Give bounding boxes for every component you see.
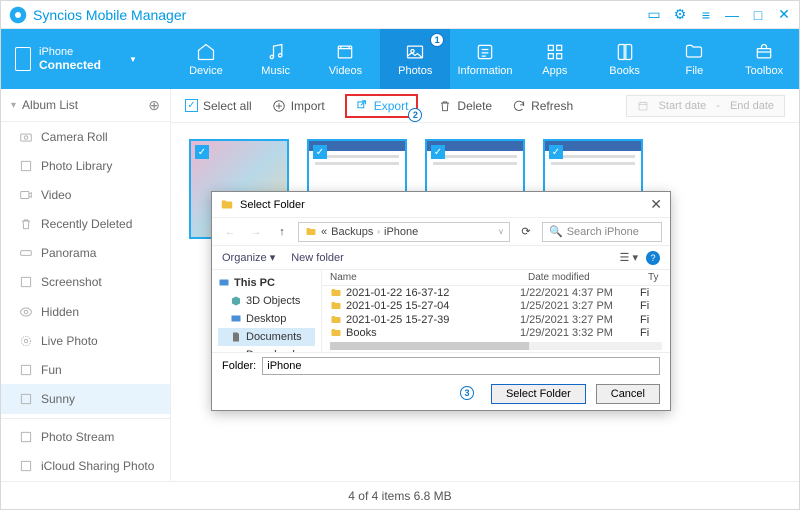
tree-node-documents[interactable]: Documents	[218, 328, 315, 346]
folder-icon	[220, 198, 234, 212]
date-filter[interactable]: Start date - End date	[626, 95, 785, 117]
menu-icon[interactable]: ≡	[699, 8, 713, 22]
nav-file[interactable]: File	[659, 29, 729, 89]
delete-button[interactable]: Delete	[438, 99, 492, 113]
sidebar-item-panorama[interactable]: Panorama	[1, 239, 170, 268]
sidebar-item-fun[interactable]: Fun	[1, 355, 170, 384]
check-icon: ✓	[313, 145, 327, 159]
breadcrumb[interactable]: « Backups› iPhone v	[298, 222, 510, 242]
main-nav: iPhone Connected ▼ Device Music Videos P…	[1, 29, 799, 89]
nav-back-icon[interactable]: ←	[220, 222, 240, 242]
screen-icon[interactable]: ▭	[647, 8, 661, 22]
callout-3: 3	[460, 386, 474, 400]
device-status[interactable]: iPhone Connected ▼	[1, 29, 171, 89]
device-name: iPhone	[39, 46, 101, 58]
check-icon: ✓	[549, 145, 563, 159]
device-connected: Connected	[39, 58, 101, 72]
view-mode-icon[interactable]: ☰ ▾	[620, 251, 638, 265]
nav-apps[interactable]: Apps	[520, 29, 590, 89]
check-icon: ✓	[195, 145, 209, 159]
new-folder-button[interactable]: New folder	[291, 252, 344, 264]
nav-up-icon[interactable]: ↑	[272, 222, 292, 242]
folder-list: NameDate modifiedTy 2021-01-22 16-37-121…	[322, 270, 670, 352]
callout-1: 1	[430, 33, 444, 47]
export-icon	[355, 99, 369, 113]
toolbar: ✓Select all Import Export 2 Delete Refre…	[171, 89, 799, 123]
sidebar-header[interactable]: ▾ Album List ⊕	[1, 89, 170, 122]
gear-icon[interactable]: ⚙	[673, 8, 687, 22]
chevron-down-icon: ▾	[11, 100, 16, 111]
close-icon[interactable]: ✕	[650, 196, 662, 213]
search-input[interactable]: 🔍Search iPhone	[542, 222, 662, 242]
maximize-icon[interactable]: □	[751, 8, 765, 22]
nav-fwd-icon[interactable]: →	[246, 222, 266, 242]
tree-node-desktop[interactable]: Desktop	[218, 310, 315, 328]
add-album-icon[interactable]: ⊕	[148, 97, 160, 114]
folder-icon	[305, 226, 317, 238]
app-title: Syncios Mobile Manager	[33, 7, 186, 23]
callout-2: 2	[408, 108, 422, 122]
phone-icon	[15, 47, 31, 71]
folder-tree: This PC 3D Objects Desktop Documents Dow…	[212, 270, 322, 352]
folder-input[interactable]	[262, 357, 660, 375]
tree-node-3dobjects[interactable]: 3D Objects	[218, 292, 315, 310]
scrollbar[interactable]	[330, 342, 662, 350]
refresh-button[interactable]: Refresh	[512, 99, 573, 113]
select-folder-dialog: Select Folder ✕ ← → ↑ « Backups› iPhone …	[211, 191, 671, 411]
nav-device[interactable]: Device	[171, 29, 241, 89]
app-logo-icon	[9, 6, 27, 24]
organize-menu[interactable]: Organize ▾	[222, 251, 275, 264]
help-icon[interactable]: ?	[646, 251, 660, 265]
list-item[interactable]: Books1/29/2021 3:32 PMFi	[322, 327, 670, 341]
select-all[interactable]: ✓Select all	[185, 99, 252, 113]
select-folder-button[interactable]: Select Folder	[491, 384, 586, 404]
nav-photos[interactable]: Photos 1	[380, 29, 450, 89]
list-item[interactable]: 2021-01-25 15-27-391/25/2021 3:27 PMFi	[322, 313, 670, 327]
nav-books[interactable]: Books	[590, 29, 660, 89]
titlebar: Syncios Mobile Manager ▭ ⚙ ≡ — □ ✕	[1, 1, 799, 29]
tree-node-thispc[interactable]: This PC	[218, 274, 315, 292]
dialog-title: Select Folder	[240, 199, 305, 211]
sidebar-item-cameraroll[interactable]: Camera Roll	[1, 122, 170, 151]
calendar-icon	[637, 100, 649, 112]
nav-toolbox[interactable]: Toolbox	[729, 29, 799, 89]
nav-information[interactable]: Information	[450, 29, 520, 89]
sidebar-item-icloudsharing[interactable]: iCloud Sharing Photo	[1, 452, 170, 481]
sidebar-item-hidden[interactable]: Hidden	[1, 297, 170, 326]
sidebar-item-photostream[interactable]: Photo Stream	[1, 423, 170, 452]
minimize-icon[interactable]: —	[725, 8, 739, 22]
sidebar-item-video[interactable]: Video	[1, 180, 170, 209]
sidebar-item-photolibrary[interactable]: Photo Library	[1, 151, 170, 180]
folder-label: Folder:	[222, 360, 256, 372]
checkbox-icon: ✓	[185, 99, 198, 112]
list-item[interactable]: 2021-01-22 16-37-121/22/2021 4:37 PMFi	[322, 286, 670, 300]
sidebar-item-recentlydeleted[interactable]: Recently Deleted	[1, 210, 170, 239]
refresh-icon[interactable]: ⟳	[516, 222, 536, 242]
sidebar-item-sunny[interactable]: Sunny	[1, 384, 170, 413]
dialog-titlebar: Select Folder ✕	[212, 192, 670, 218]
sidebar-item-screenshot[interactable]: Screenshot	[1, 268, 170, 297]
import-button[interactable]: Import	[272, 99, 325, 113]
sidebar: ▾ Album List ⊕ Camera Roll Photo Library…	[1, 89, 171, 481]
nav-music[interactable]: Music	[241, 29, 311, 89]
nav-videos[interactable]: Videos	[311, 29, 381, 89]
list-item[interactable]: 2021-01-25 15-27-041/25/2021 3:27 PMFi	[322, 300, 670, 314]
sidebar-item-livephoto[interactable]: Live Photo	[1, 326, 170, 355]
export-button[interactable]: Export 2	[345, 94, 419, 118]
cancel-button[interactable]: Cancel	[596, 384, 660, 404]
statusbar: 4 of 4 items 6.8 MB	[1, 481, 799, 509]
close-icon[interactable]: ✕	[777, 8, 791, 22]
chevron-down-icon[interactable]: ▼	[129, 55, 137, 64]
check-icon: ✓	[431, 145, 445, 159]
